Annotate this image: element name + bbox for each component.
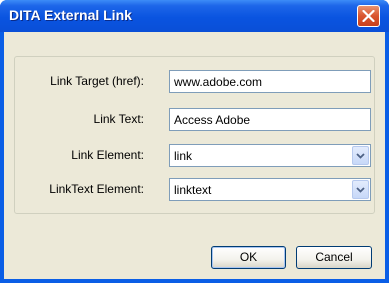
linktext-element-select[interactable]: linktext <box>169 178 371 201</box>
dialog-window: DITA External Link Link Target (href): w… <box>0 0 389 283</box>
link-text-input[interactable]: Access Adobe <box>169 108 371 131</box>
link-text-value: Access Adobe <box>174 113 251 127</box>
link-text-label: Link Text: <box>93 112 144 126</box>
link-element-label: Link Element: <box>71 148 144 162</box>
dialog-title: DITA External Link <box>9 7 132 23</box>
link-target-value: www.adobe.com <box>174 75 263 89</box>
link-element-dropdown-button[interactable] <box>352 146 369 165</box>
link-target-label: Link Target (href): <box>50 74 144 88</box>
cancel-button[interactable]: Cancel <box>296 246 372 269</box>
linktext-element-label: LinkText Element: <box>49 182 144 196</box>
link-element-value: link <box>174 149 193 163</box>
title-bar[interactable]: DITA External Link <box>0 0 389 32</box>
linktext-element-dropdown-button[interactable] <box>352 180 369 199</box>
linktext-element-value: linktext <box>174 183 212 197</box>
link-element-select[interactable]: link <box>169 144 371 167</box>
dialog-body: Link Target (href): www.adobe.com Link T… <box>4 32 385 279</box>
link-settings-group: Link Target (href): www.adobe.com Link T… <box>14 56 375 214</box>
ok-button[interactable]: OK <box>211 246 286 269</box>
link-target-input[interactable]: www.adobe.com <box>169 70 371 93</box>
close-button[interactable] <box>357 5 380 27</box>
